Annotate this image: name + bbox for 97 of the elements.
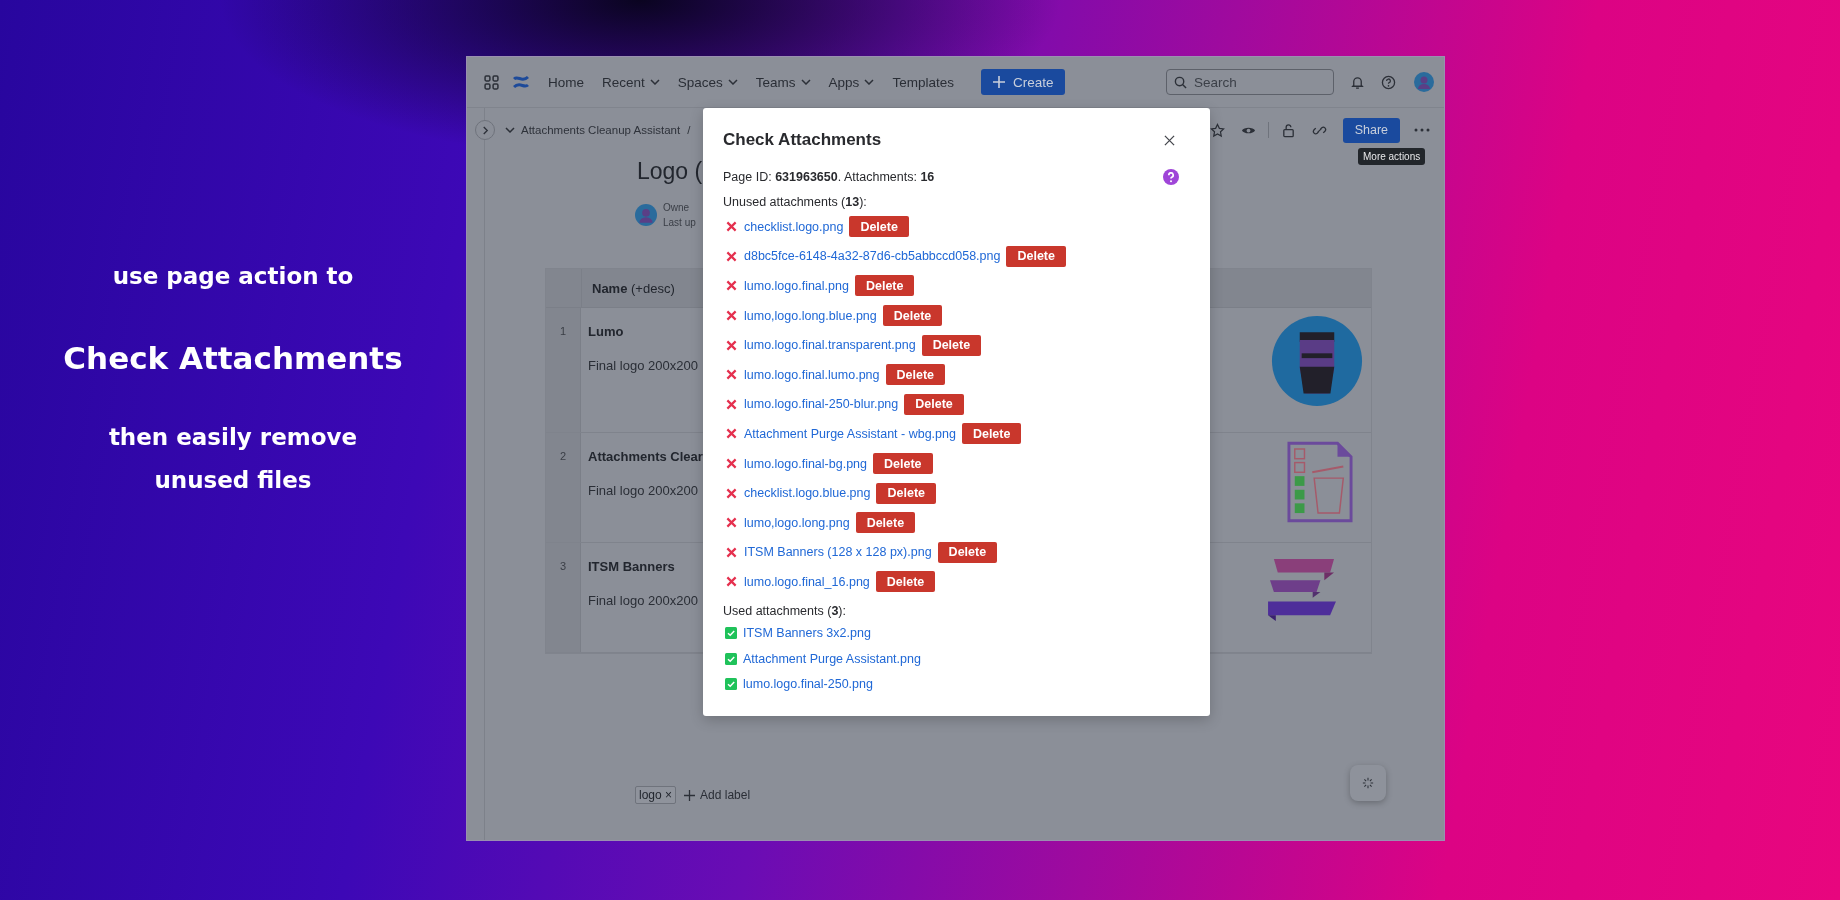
file-link[interactable]: lumo.logo.final-250-blur.png — [744, 397, 899, 412]
row-title: Lumo — [588, 324, 625, 339]
section-heading: Used attachments (3): — [723, 602, 847, 620]
cross-icon — [726, 250, 737, 262]
row-number: 2 — [546, 433, 581, 542]
delete-button[interactable]: Delete — [876, 482, 936, 504]
nav-menu-item[interactable]: Spaces — [670, 74, 745, 90]
table-header-cell-text: Name (+desc) — [591, 279, 675, 298]
delete-button[interactable]: Delete — [885, 364, 946, 386]
lock-icon[interactable] — [1280, 122, 1296, 138]
delete-button[interactable]: Delete — [854, 275, 915, 297]
file-link[interactable]: Attachment Purge Assistant.png — [743, 651, 921, 666]
asterisk-icon — [1362, 777, 1374, 789]
cross-icon — [726, 280, 737, 292]
file-link[interactable]: lumo.logo.final.transparent.png — [744, 338, 916, 353]
cross-icon — [726, 546, 737, 558]
delete-button[interactable]: Delete — [904, 393, 964, 415]
cross-icon — [726, 221, 737, 233]
delete-button[interactable]: Delete — [937, 541, 998, 563]
breadcrumb-link[interactable]: Attachments Cleanup Assistant — [521, 124, 681, 136]
updated-text: Last up — [663, 216, 696, 230]
delete-button[interactable]: Delete — [961, 423, 1022, 445]
cross-icon — [726, 576, 737, 588]
search-field[interactable]: Search — [1166, 69, 1334, 95]
promo-headline: Check Attachments — [63, 340, 403, 376]
delete-button[interactable]: Delete — [873, 453, 933, 475]
file-link[interactable]: lumo,logo.long.blue.png — [744, 308, 877, 323]
delete-button[interactable]: Delete — [855, 512, 916, 534]
chevron-icon — [481, 125, 489, 135]
app-switcher-icon[interactable] — [484, 74, 499, 90]
cross-icon — [726, 398, 737, 410]
page-title: Logo ( — [637, 157, 703, 186]
row-description: Final logo 200x200 — [588, 593, 699, 608]
nav-menu-item[interactable]: Teams — [748, 74, 818, 90]
avatar-icon — [635, 204, 657, 226]
share-button[interactable]: Share — [1342, 117, 1400, 143]
expand-sidebar-button[interactable] — [475, 120, 495, 140]
file-link[interactable]: checklist.logo.png — [744, 219, 844, 234]
star-icon[interactable] — [1209, 122, 1225, 138]
tooltip: More actions — [1358, 148, 1426, 165]
file-link[interactable]: d8bc5fce-6148-4a32-87d6-cb5abbccd058.png — [744, 249, 1001, 264]
delete-button[interactable]: Delete — [849, 216, 909, 238]
nav-menu-item[interactable]: Apps — [821, 74, 882, 90]
label-tag[interactable]: logo × — [635, 786, 677, 804]
delete-button[interactable]: Delete — [875, 571, 936, 593]
file-link[interactable]: lumo.logo.final.png — [744, 279, 849, 293]
file-link[interactable]: checklist.logo.blue.png — [744, 486, 871, 501]
check-icon — [725, 678, 737, 691]
create-button[interactable]: Create — [980, 69, 1066, 95]
cross-icon — [726, 339, 737, 351]
file-link[interactable]: lumo.logo.final-250.png — [743, 677, 873, 692]
file-link[interactable]: lumo,logo.long.png — [744, 515, 850, 530]
nav-menu-item[interactable]: Recent — [595, 74, 667, 90]
bell-icon[interactable] — [1350, 74, 1365, 90]
cross-icon — [726, 369, 737, 381]
promo-caption: then easily remove unused files — [107, 423, 359, 495]
summary-text: Page ID: 631963650. Attachments: 16 — [723, 170, 935, 184]
file-link[interactable]: lumo.logo.final-bg.png — [744, 456, 867, 471]
nav-menu-item[interactable]: Templates — [885, 74, 961, 90]
row-description: Final logo 200x200 — [588, 483, 699, 498]
logo-icon[interactable] — [513, 74, 529, 90]
chevron-icon[interactable] — [505, 127, 515, 133]
section-heading: Unused attachments (13): — [723, 194, 868, 211]
avatar-icon[interactable] — [1414, 72, 1434, 92]
check-icon — [725, 652, 737, 665]
cross-icon — [726, 517, 737, 529]
file-link[interactable]: lumo.logo.final_16.png — [744, 574, 870, 589]
cross-icon — [726, 428, 737, 440]
add-label-button[interactable]: Add label — [684, 788, 751, 802]
help-icon[interactable] — [1381, 74, 1396, 90]
search-icon — [1174, 76, 1187, 89]
row-title: ITSM Banners — [588, 559, 676, 574]
delete-button[interactable]: Delete — [921, 334, 982, 356]
check-icon — [725, 627, 737, 640]
dialog-title: Check Attachments — [723, 130, 882, 150]
delete-button[interactable]: Delete — [1006, 245, 1066, 267]
cross-icon — [726, 458, 737, 470]
row-title: Attachments Clear — [588, 449, 704, 464]
more-icon[interactable] — [1414, 128, 1430, 132]
help-icon[interactable] — [1163, 169, 1179, 185]
close-icon[interactable] — [1164, 134, 1175, 146]
row-number: 1 — [546, 308, 581, 432]
nav-menu-item[interactable]: Home — [541, 74, 591, 90]
breadcrumb-separator: / — [687, 124, 691, 136]
cross-icon — [726, 310, 737, 322]
row-description: Final logo 200x200 — [588, 358, 699, 373]
plus-icon — [992, 76, 1005, 88]
file-link[interactable]: lumo.logo.final.lumo.png — [744, 367, 880, 382]
owner-text: Owne — [663, 201, 691, 215]
file-link[interactable]: Attachment Purge Assistant - wbg.png — [744, 426, 956, 441]
delete-button[interactable]: Delete — [882, 305, 943, 327]
cross-icon — [726, 487, 737, 499]
promo-caption: use page action to — [112, 262, 354, 291]
row-number: 3 — [546, 543, 581, 652]
file-link[interactable]: ITSM Banners 3x2.png — [743, 626, 871, 641]
plus-icon — [684, 789, 696, 801]
file-link[interactable]: ITSM Banners (128 x 128 px).png — [744, 545, 932, 560]
